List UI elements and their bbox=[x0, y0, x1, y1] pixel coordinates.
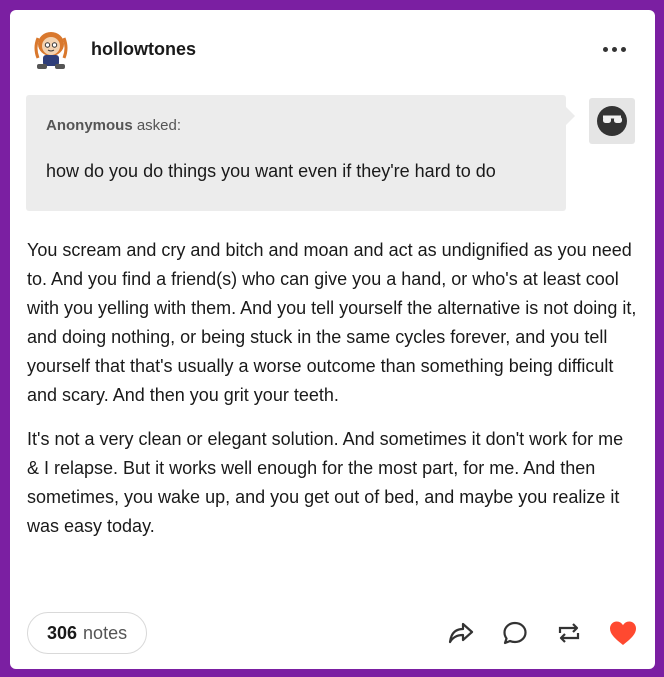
post-body: You scream and cry and bitch and moan an… bbox=[27, 236, 637, 556]
post-paragraph: You scream and cry and bitch and moan an… bbox=[27, 240, 637, 405]
blog-avatar[interactable] bbox=[28, 28, 74, 74]
asker-name: Anonymous bbox=[46, 117, 133, 134]
dot bbox=[621, 46, 626, 52]
ask-box: Anonymous asked: how do you do things yo… bbox=[26, 95, 575, 211]
anonymous-avatar bbox=[589, 98, 635, 144]
reblog-icon[interactable] bbox=[553, 617, 585, 649]
reply-icon[interactable] bbox=[499, 617, 531, 649]
heart-icon[interactable] bbox=[607, 617, 639, 649]
anonymous-sunglasses-icon bbox=[597, 106, 627, 136]
notes-label: notes bbox=[83, 622, 128, 643]
post-card: hollowtones Anonymous asked: how do you … bbox=[10, 10, 655, 669]
notes-button[interactable]: 306 notes bbox=[27, 612, 148, 654]
post-paragraph: It's not a very clean or elegant solutio… bbox=[27, 429, 624, 536]
asker-suffix: asked: bbox=[136, 117, 182, 134]
share-icon[interactable] bbox=[445, 617, 477, 649]
post-actions bbox=[445, 616, 639, 650]
dot bbox=[603, 46, 608, 52]
dot bbox=[612, 46, 617, 52]
more-options-icon[interactable] bbox=[603, 42, 629, 56]
asker-line: Anonymous asked: bbox=[46, 117, 181, 134]
ask-question: how do you do things you want even if th… bbox=[46, 161, 496, 181]
blog-name[interactable]: hollowtones bbox=[91, 39, 196, 60]
notes-count: 306 bbox=[47, 622, 78, 643]
avatar-illustration bbox=[28, 28, 74, 74]
